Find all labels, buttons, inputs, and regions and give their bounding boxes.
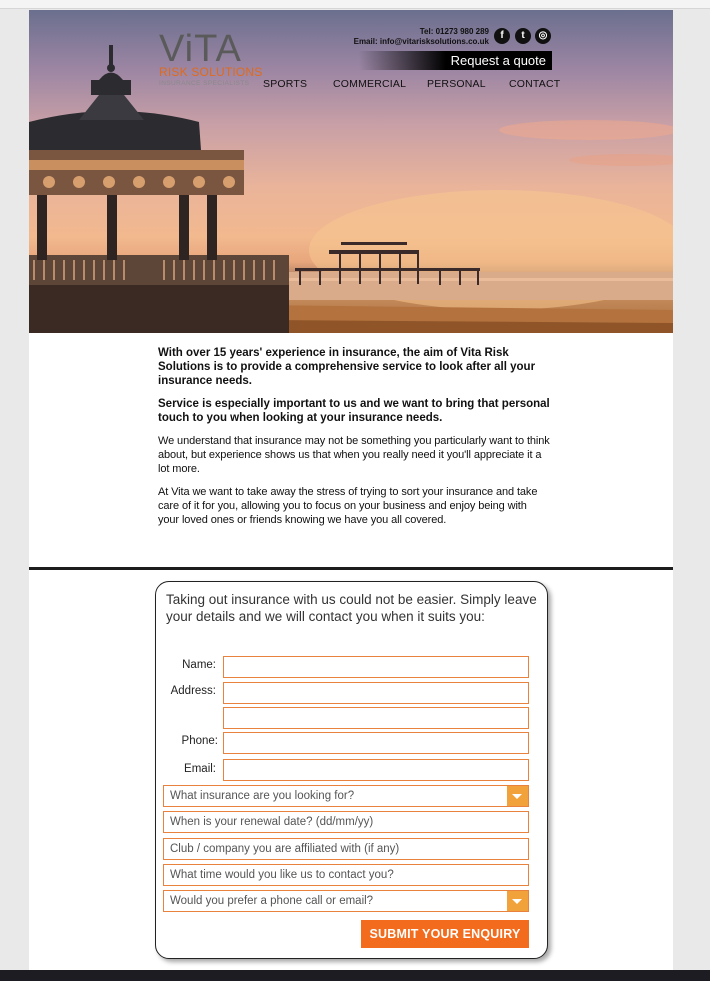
insurance-type-select-value: What insurance are you looking for? [170, 790, 355, 802]
phone-label: Phone: [181, 735, 218, 747]
request-quote-button[interactable]: Request a quote [359, 51, 552, 70]
header-contact: Tel: 01273 980 289 Email: info@vitarisks… [354, 27, 489, 47]
submit-enquiry-button[interactable]: SUBMIT YOUR ENQUIRY [361, 920, 529, 948]
section-divider [29, 567, 673, 570]
logo[interactable]: ViTA RISK SOLUTIONS INSURANCE SPECIALIST… [159, 28, 263, 88]
hero-banner: ViTA RISK SOLUTIONS INSURANCE SPECIALIST… [29, 10, 673, 333]
nav-item-contact[interactable]: CONTACT [509, 78, 560, 90]
logo-wordmark: ViTA [159, 28, 242, 70]
email-field[interactable] [223, 759, 529, 781]
contact-preference-select-value: Would you prefer a phone call or email? [170, 895, 374, 907]
hero-image [29, 45, 673, 333]
facebook-icon[interactable]: f [494, 28, 510, 44]
name-field[interactable] [223, 656, 529, 678]
intro-lead-paragraph: With over 15 years' experience in insura… [158, 347, 536, 387]
intro-body-paragraph: We understand that insurance may not be … [158, 435, 550, 475]
browser-top-strip [0, 0, 710, 9]
enquiry-form: Taking out insurance with us could not b… [155, 581, 548, 959]
form-intro-text: Taking out insurance with us could not b… [166, 592, 537, 624]
insurance-type-select[interactable]: What insurance are you looking for? [163, 785, 529, 807]
address-line-2-field[interactable] [223, 707, 529, 729]
nav-item-commercial[interactable]: COMMERCIAL [333, 78, 406, 90]
intro-service-paragraph: Service is especially important to us an… [158, 398, 550, 424]
page-container: ViTA RISK SOLUTIONS INSURANCE SPECIALIST… [29, 10, 673, 971]
chevron-down-icon [507, 891, 528, 911]
twitter-icon[interactable]: t [515, 28, 531, 44]
chevron-down-icon [507, 786, 528, 806]
header-email[interactable]: Email: info@vitarisksolutions.co.uk [354, 37, 489, 47]
logo-subtitle: RISK SOLUTIONS [159, 65, 263, 79]
address-label: Address: [170, 685, 216, 697]
header-telephone: Tel: 01273 980 289 [419, 27, 489, 36]
intro-body-paragraph: At Vita we want to take away the stress … [158, 486, 538, 526]
instagram-icon[interactable]: ◎ [535, 28, 551, 44]
logo-tagline: INSURANCE SPECIALISTS [159, 80, 250, 87]
bottom-bar [0, 970, 710, 981]
address-line-1-field[interactable] [223, 682, 529, 704]
club-company-input[interactable]: Club / company you are affiliated with (… [163, 838, 529, 860]
phone-field[interactable] [223, 732, 529, 754]
intro-section: With over 15 years' experience in insura… [158, 346, 550, 536]
nav-item-personal[interactable]: PERSONAL [427, 78, 486, 90]
contact-preference-select[interactable]: Would you prefer a phone call or email? [163, 890, 529, 912]
email-label: Email: [184, 763, 216, 775]
nav-item-sports[interactable]: SPORTS [263, 78, 307, 90]
renewal-date-input[interactable]: When is your renewal date? (dd/mm/yy) [163, 811, 529, 833]
name-label: Name: [182, 659, 216, 671]
contact-time-input[interactable]: What time would you like us to contact y… [163, 864, 529, 886]
